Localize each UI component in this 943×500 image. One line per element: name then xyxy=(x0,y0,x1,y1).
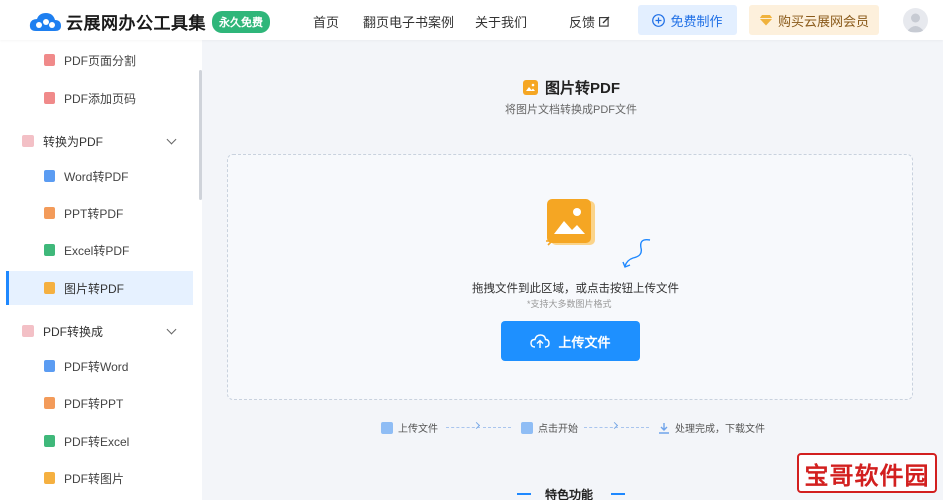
dropzone-format-hint: *支持大多数图片格式 xyxy=(527,299,612,309)
step-label: 点击开始 xyxy=(538,424,578,435)
logo[interactable]: 云展网办公工具集 永久免费 xyxy=(28,9,270,34)
edit-icon xyxy=(599,16,610,27)
sidebar-scrollbar[interactable] xyxy=(199,70,202,200)
nav-about[interactable]: 关于我们 xyxy=(475,12,527,31)
cloud-logo-icon xyxy=(29,12,61,31)
page-title-wrap: 图片转PDF xyxy=(523,77,620,98)
sidebar-item-word-to-pdf[interactable]: Word转PDF xyxy=(6,159,193,193)
pdf-group-icon xyxy=(22,135,34,147)
image-icon xyxy=(44,282,55,294)
sidebar-item-label: 图片转PDF xyxy=(64,281,125,296)
sidebar-item-label: PDF转PPT xyxy=(64,396,124,411)
sidebar-item-label: PPT转PDF xyxy=(64,206,124,221)
image-icon xyxy=(523,80,538,95)
sidebar-item-pdf-to-ppt[interactable]: PDF转PPT xyxy=(6,386,193,420)
sidebar-item-label: Excel转PDF xyxy=(64,243,130,258)
image-icon xyxy=(44,472,55,484)
upload-dropzone[interactable] xyxy=(227,154,913,400)
word-icon xyxy=(44,170,55,182)
upload-file-label: 上传文件 xyxy=(558,334,611,350)
excel-icon xyxy=(44,244,55,256)
pdf-group-icon xyxy=(22,325,34,337)
feedback-label: 反馈 xyxy=(569,15,596,30)
excel-icon xyxy=(44,435,55,447)
dropzone-instruction: 拖拽文件到此区域，或点击按钮上传文件 xyxy=(472,283,679,295)
sidebar-item-label: Word转PDF xyxy=(64,169,129,184)
sidebar-item-label: PDF转Excel xyxy=(64,434,130,449)
plus-circle-icon xyxy=(652,13,666,27)
diamond-icon xyxy=(759,15,773,26)
sidebar-group-to-pdf[interactable]: 转换为PDF xyxy=(6,123,193,159)
pdf-split-icon xyxy=(44,54,55,66)
step-download: 处理完成，下载文件 xyxy=(658,420,765,435)
cloud-upload-icon xyxy=(530,333,551,348)
ppt-icon xyxy=(44,207,55,219)
sidebar-item-image-to-pdf[interactable]: 图片转PDF xyxy=(6,271,193,305)
curved-arrow-icon xyxy=(622,238,651,268)
user-icon xyxy=(906,13,925,32)
logo-text: 云展网办公工具集 xyxy=(66,14,206,33)
page-number-icon xyxy=(44,92,55,104)
sidebar-group-label: PDF转换成 xyxy=(43,324,104,339)
sidebar-item-excel-to-pdf[interactable]: Excel转PDF xyxy=(6,233,193,267)
free-create-label: 免费制作 xyxy=(670,13,723,29)
features-heading: 特色功能 xyxy=(545,488,594,500)
step-connector xyxy=(483,427,511,428)
buy-vip-button[interactable]: 购买云展网会员 xyxy=(749,5,879,35)
top-header: 云展网办公工具集 永久免费 首页 翻页电子书案例 关于我们 反馈 免费制作 购买… xyxy=(0,0,943,40)
sidebar-item-pdf-split[interactable]: PDF页面分割 xyxy=(6,43,193,77)
image-upload-illustration-icon xyxy=(546,199,595,246)
sidebar-item-pdf-page-number[interactable]: PDF添加页码 xyxy=(6,81,193,115)
download-step-icon xyxy=(658,422,670,434)
nav-flipbook-cases[interactable]: 翻页电子书案例 xyxy=(363,12,454,31)
word-icon xyxy=(44,360,55,372)
chevron-down-icon xyxy=(166,134,177,145)
nav-feedback[interactable]: 反馈 xyxy=(569,12,610,31)
free-forever-badge: 永久免费 xyxy=(212,10,270,33)
step-label: 上传文件 xyxy=(398,424,438,435)
sidebar-group-pdf-to[interactable]: PDF转换成 xyxy=(6,313,193,349)
sidebar-item-ppt-to-pdf[interactable]: PPT转PDF xyxy=(6,196,193,230)
watermark-text: 宝哥软件园 xyxy=(804,462,930,490)
sidebar-item-label: PDF转Word xyxy=(64,359,129,374)
sidebar-group-label: 转换为PDF xyxy=(43,134,104,149)
chevron-down-icon xyxy=(166,324,177,335)
sidebar-item-pdf-to-word[interactable]: PDF转Word xyxy=(6,349,193,383)
sidebar-item-label: PDF转图片 xyxy=(64,471,125,486)
step-connector xyxy=(621,427,649,428)
free-create-button[interactable]: 免费制作 xyxy=(638,5,737,35)
watermark-logo: 宝哥软件园 xyxy=(797,453,937,493)
sidebar-item-label: PDF添加页码 xyxy=(64,91,137,106)
avatar[interactable] xyxy=(903,8,928,33)
sidebar-item-pdf-to-image[interactable]: PDF转图片 xyxy=(6,461,193,495)
upload-file-button[interactable]: 上传文件 xyxy=(501,321,640,361)
step-start: 点击开始 xyxy=(521,420,578,435)
page-subtitle: 将图片文档转换成PDF文件 xyxy=(505,104,637,116)
section-divider xyxy=(611,493,625,495)
ppt-icon xyxy=(44,397,55,409)
step-label: 处理完成，下载文件 xyxy=(675,424,765,435)
start-step-icon xyxy=(521,421,533,434)
nav-home[interactable]: 首页 xyxy=(313,12,339,31)
step-upload: 上传文件 xyxy=(381,420,438,435)
sidebar-item-pdf-to-excel[interactable]: PDF转Excel xyxy=(6,424,193,458)
buy-vip-label: 购买云展网会员 xyxy=(777,13,869,29)
sidebar-item-label: PDF页面分割 xyxy=(64,53,137,68)
section-divider xyxy=(517,493,531,495)
upload-step-icon xyxy=(381,421,393,434)
page-title: 图片转PDF xyxy=(545,80,621,97)
